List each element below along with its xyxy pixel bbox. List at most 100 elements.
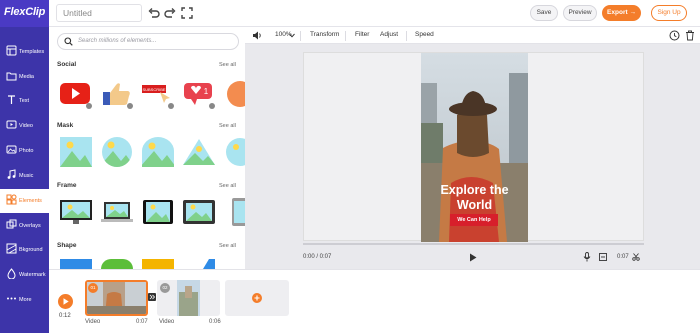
- total-duration: 0:12: [59, 313, 71, 319]
- like-count-icon[interactable]: 1: [181, 79, 217, 109]
- search-input[interactable]: Search millions of elements...: [78, 38, 156, 44]
- sidebar-item-text[interactable]: Text: [0, 89, 49, 113]
- elements-icon: [6, 194, 17, 205]
- clock-icon[interactable]: [669, 30, 680, 41]
- clip-number-badge: 02: [160, 283, 170, 293]
- sidebar-item-photo[interactable]: Photo: [0, 139, 49, 163]
- clip-number-badge: 01: [88, 283, 98, 293]
- circle-mask-icon[interactable]: [99, 137, 135, 167]
- edit-toolbar: 100% Transform Filter Adjust Speed: [245, 27, 700, 44]
- sidebar-item-watermark[interactable]: Watermark: [0, 263, 49, 287]
- see-all-social-link[interactable]: See all: [219, 62, 236, 68]
- sidebar-item-overlays[interactable]: Overlays: [0, 214, 49, 238]
- monitor-frame-icon[interactable]: [58, 197, 94, 227]
- cta-badge[interactable]: We Can Help: [450, 214, 498, 226]
- sidebar-item-label: Watermark: [19, 272, 46, 278]
- overlays-icon: [6, 219, 17, 229]
- elements-panel: Search millions of elements... Social Se…: [49, 27, 245, 269]
- canvas[interactable]: Explore the World We Can Help: [303, 52, 644, 242]
- sidebar-item-label: Overlays: [19, 223, 41, 229]
- sidebar-item-label: Bkground: [19, 247, 43, 253]
- see-all-mask-link[interactable]: See all: [219, 123, 236, 129]
- circle-mask-partial-icon[interactable]: [222, 137, 245, 167]
- filter-button[interactable]: Filter: [355, 31, 369, 38]
- sidebar-item-templates[interactable]: Templates: [0, 40, 49, 64]
- subscribe-text: SUBSCRIBE: [142, 87, 165, 92]
- subtitle-icon[interactable]: [599, 253, 607, 261]
- scissors-icon[interactable]: [632, 253, 640, 261]
- clip-type-label: Video: [85, 319, 101, 325]
- adjust-button[interactable]: Adjust: [380, 31, 398, 38]
- sidebar-item-label: Media: [19, 74, 34, 80]
- sidebar-item-video[interactable]: Video: [0, 114, 49, 138]
- trash-icon[interactable]: [685, 30, 695, 41]
- arch-mask-icon[interactable]: [140, 137, 176, 167]
- video-preview[interactable]: Explore the World We Can Help: [421, 53, 528, 242]
- sidebar-item-label: Elements: [19, 198, 42, 204]
- clip-duration-label: 0:06: [209, 319, 221, 325]
- tablet-frame-icon[interactable]: [140, 197, 176, 227]
- section-title-mask: Mask: [57, 122, 74, 129]
- preview-button[interactable]: Preview: [563, 5, 597, 21]
- add-clip-button[interactable]: [225, 280, 289, 316]
- background-icon: [6, 243, 17, 254]
- see-all-frame-link[interactable]: See all: [219, 183, 236, 189]
- sidebar-item-label: Video: [19, 123, 33, 129]
- more-icon: [7, 297, 16, 300]
- subscribe-button-icon[interactable]: SUBSCRIBE: [140, 79, 176, 109]
- photo-icon: [6, 145, 17, 154]
- transform-button[interactable]: Transform: [310, 31, 339, 38]
- play-icon[interactable]: [469, 253, 477, 262]
- project-title-input[interactable]: [56, 4, 142, 22]
- current-time: 0:00 / 0:07: [303, 254, 332, 260]
- redo-icon[interactable]: [163, 6, 177, 20]
- top-bar: FlexClip Save Preview Export → Sign Up: [0, 0, 700, 27]
- headline-line-1[interactable]: Explore the: [421, 183, 528, 198]
- like-count-text: 1: [204, 87, 209, 96]
- undo-icon[interactable]: [147, 6, 161, 20]
- headline-line-2[interactable]: World: [421, 198, 528, 213]
- section-title-social: Social: [57, 61, 77, 68]
- playback-progress-bar[interactable]: [303, 243, 644, 245]
- media-icon: [6, 72, 17, 81]
- see-all-shape-link[interactable]: See all: [219, 243, 236, 249]
- blue-triangle-shape[interactable]: [183, 259, 215, 269]
- triangle-mask-icon[interactable]: [181, 137, 217, 167]
- chevron-down-icon: [289, 33, 295, 38]
- sidebar-item-media[interactable]: Media: [0, 65, 49, 89]
- sidebar-item-more[interactable]: More: [0, 288, 49, 312]
- speed-button[interactable]: Speed: [415, 31, 434, 38]
- fullscreen-icon[interactable]: [180, 6, 194, 20]
- phone-landscape-frame-icon[interactable]: [181, 197, 217, 227]
- square-mask-icon[interactable]: [58, 137, 94, 167]
- phone-frame-icon[interactable]: [222, 197, 245, 227]
- music-icon: [7, 169, 16, 179]
- orange-circle-icon[interactable]: [222, 79, 245, 109]
- sidebar-item-music[interactable]: Music: [0, 164, 49, 188]
- search-box[interactable]: Search millions of elements...: [57, 33, 239, 50]
- microphone-icon[interactable]: [583, 252, 591, 262]
- transition-icon[interactable]: [148, 293, 156, 301]
- laptop-frame-icon[interactable]: [99, 197, 135, 227]
- sign-up-button[interactable]: Sign Up: [651, 5, 687, 21]
- thumbs-up-icon[interactable]: [99, 79, 135, 109]
- divider: [300, 31, 301, 41]
- play-all-button[interactable]: [58, 294, 73, 309]
- video-icon: [6, 120, 17, 129]
- timeline: 0:12 01 Video 0:07 02 Video 0:06: [49, 269, 700, 333]
- blue-square-shape[interactable]: [60, 259, 92, 269]
- sidebar-item-label: Photo: [19, 148, 34, 154]
- volume-icon[interactable]: [252, 30, 263, 41]
- youtube-play-icon[interactable]: [58, 79, 94, 109]
- timeline-clip-2[interactable]: 02: [157, 280, 220, 316]
- export-button[interactable]: Export →: [602, 5, 641, 21]
- clip-type-label: Video: [159, 319, 175, 325]
- timeline-clip-1[interactable]: 01: [85, 280, 148, 316]
- sidebar-item-elements[interactable]: Elements: [0, 189, 49, 213]
- save-button[interactable]: Save: [530, 5, 558, 21]
- logo-area[interactable]: FlexClip: [0, 0, 49, 27]
- green-circle-shape[interactable]: [101, 259, 133, 269]
- yellow-square-shape[interactable]: [142, 259, 174, 269]
- flexclip-logo: FlexClip: [4, 6, 46, 18]
- sidebar-item-background[interactable]: Bkground: [0, 238, 49, 262]
